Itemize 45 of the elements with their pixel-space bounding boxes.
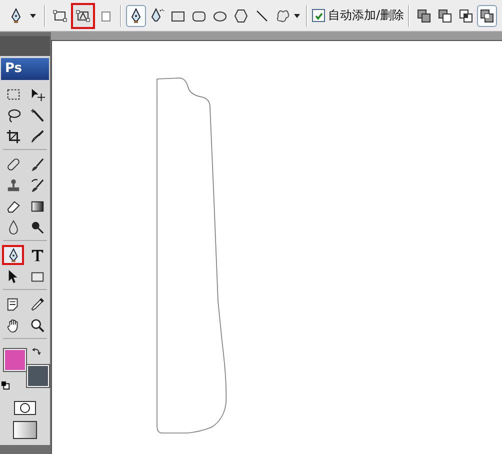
default-colors-icon[interactable] [1,381,10,390]
magnifier-icon [30,318,44,332]
knife-icon [30,128,44,144]
window-frame-icon [13,421,37,439]
foreground-color-swatch[interactable] [4,349,26,371]
combine-add-icon [416,8,432,24]
lasso-icon [6,108,20,122]
stamp-icon [6,178,20,192]
line-icon [254,8,270,24]
note-icon [6,296,20,312]
caret-icon [294,14,300,18]
panel-title-bar [0,36,50,56]
checkbox-label: 自动添加/删除 [328,7,404,24]
background-color-swatch[interactable] [27,365,49,387]
type-t-icon [30,248,44,262]
history-brush-icon [30,178,44,192]
checkbox[interactable] [312,9,325,22]
paths-icon [75,8,91,24]
screen-mode-button[interactable] [13,421,37,439]
magic-wand-icon [30,108,44,122]
dodge-icon [30,220,44,234]
combine-mode-button[interactable] [477,4,498,26]
combine-exclude-icon [479,8,496,24]
shape-layers-icon [52,8,68,24]
mode-button[interactable] [71,2,95,28]
app-logo: Ps [1,58,49,80]
brush-icon [30,156,44,172]
freeform-pen-icon [149,8,165,24]
caret-icon [30,14,36,18]
crop-icon [6,128,20,144]
move-arrow-icon [30,86,44,102]
eraser-icon [6,198,20,214]
polygon-icon [233,8,249,24]
gradient-icon [30,198,44,214]
blob-shape-icon [275,8,291,24]
marquee-icon [6,86,20,102]
tool-button[interactable] [126,4,146,26]
swap-arrows-icon[interactable] [32,347,41,356]
combine-intersect-icon [458,8,474,24]
quick-mask-button[interactable] [14,401,36,415]
combine-subtract-icon [437,8,454,24]
hand-icon [6,318,20,332]
circle-in-frame-icon [14,401,36,415]
tool-button[interactable] [2,245,24,265]
eyedropper-icon [30,296,44,312]
